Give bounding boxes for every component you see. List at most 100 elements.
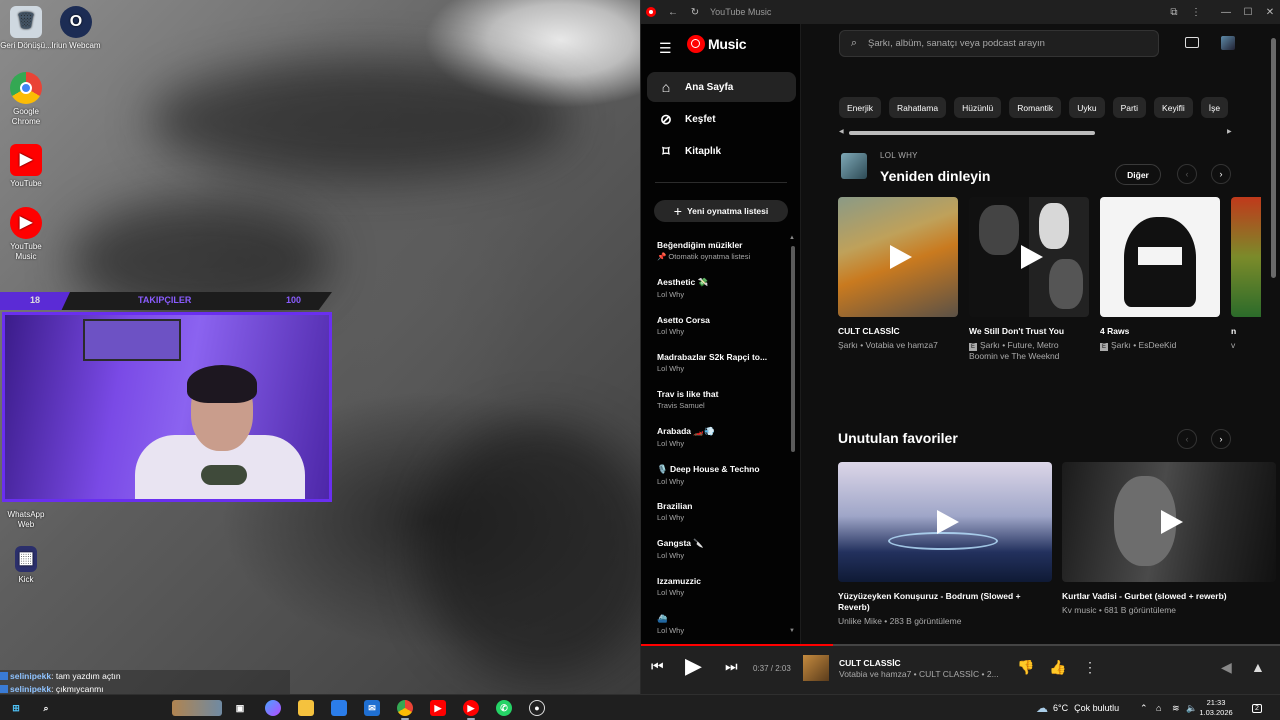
menu-icon[interactable]: ⋮	[1185, 0, 1207, 24]
chip[interactable]: Keyifli	[1154, 97, 1193, 118]
playlist-item[interactable]: 🎙️ Deep House & Techno Lol Why	[657, 464, 785, 501]
search-icon[interactable]: ⌕	[38, 700, 54, 716]
playlist-item[interactable]: Gangsta 🔪 Lol Why	[657, 538, 785, 575]
desktop-icon-iriun-webcam[interactable]: O Iriun Webcam	[50, 6, 102, 51]
listen-again-card[interactable]: n v	[1231, 197, 1261, 351]
desktop-icon-whatsapp[interactable]: WhatsApp Web	[0, 510, 52, 530]
start-icon[interactable]: ⊞	[8, 700, 24, 716]
tray-chevron-icon[interactable]: ⌃	[1140, 695, 1148, 720]
forgotten-card[interactable]: Kurtlar Vadisi - Gurbet (slowed + rewerb…	[1062, 462, 1276, 616]
next-arrow-icon[interactable]: ›	[1211, 429, 1231, 449]
youtube-music-window: ← ↻ YouTube Music ⧉ ⋮ — ☐ ✕ ☰ Music ⌂ An…	[640, 0, 1280, 694]
desktop-icon-youtube[interactable]: ▶ YouTube	[0, 144, 52, 189]
chip[interactable]: İşe	[1200, 97, 1229, 118]
notifications-icon[interactable]: 2	[1252, 695, 1262, 720]
progress-bar[interactable]	[641, 644, 1280, 646]
next-icon[interactable]: ⏭	[725, 658, 738, 675]
previous-icon[interactable]: ⏮	[651, 658, 664, 675]
play-icon[interactable]	[1021, 245, 1043, 269]
chip[interactable]: Romantik	[1009, 97, 1062, 118]
chip[interactable]: Uyku	[1069, 97, 1105, 118]
desktop-icon-kick[interactable]: ▦ Kick	[0, 546, 52, 585]
playlist-item[interactable]: Asetto Corsa Lol Why	[657, 315, 785, 352]
prev-arrow-icon[interactable]: ‹	[1177, 429, 1197, 449]
store-icon[interactable]	[331, 700, 347, 716]
cast-icon[interactable]	[1185, 37, 1199, 48]
search-input[interactable]: ⌕ Şarkı, albüm, sanatçı veya podcast ara…	[839, 30, 1159, 57]
playlist-item[interactable]: Beğendiğim müzikler 📌 Otomatik oynatma li…	[657, 240, 785, 277]
chip[interactable]: Rahatlama	[888, 97, 947, 118]
scroll-left-icon[interactable]: ◀	[839, 128, 844, 135]
wifi-icon[interactable]: ≋	[1172, 695, 1180, 720]
mail-icon[interactable]: ✉	[364, 700, 380, 716]
minimize-button[interactable]: —	[1215, 0, 1237, 24]
next-arrow-icon[interactable]: ›	[1211, 164, 1231, 184]
new-playlist-button[interactable]: + Yeni oynatma listesi	[654, 200, 788, 222]
listen-again-card[interactable]: CULT CLASSİC Şarkı • Votabia ve hamza7	[838, 197, 958, 351]
whatsapp-taskbar-icon[interactable]: ✆	[496, 700, 512, 716]
playlist-item[interactable]: Aesthetic 💸 Lol Why	[657, 277, 785, 314]
chip[interactable]: Enerjik	[839, 97, 881, 118]
play-icon[interactable]	[1161, 510, 1183, 534]
chips-scrollbar[interactable]: ◀ ▶	[839, 129, 1235, 137]
play-icon[interactable]	[890, 245, 912, 269]
chip[interactable]: Hüzünlü	[954, 97, 1002, 118]
youtube-taskbar-icon[interactable]: ▶	[430, 700, 446, 716]
chrome-taskbar-icon[interactable]	[397, 700, 413, 716]
playlist-item[interactable]: Izzamuzzic Lol Why	[657, 576, 785, 613]
back-icon[interactable]: ←	[662, 0, 684, 24]
obs-icon[interactable]: ●	[529, 700, 545, 716]
close-button[interactable]: ✕	[1259, 0, 1280, 24]
volume-icon[interactable]: ◀	[1221, 659, 1232, 676]
sidebar-scrollbar[interactable]	[791, 246, 795, 452]
weather-widget[interactable]: ☁ 6°C Çok bulutlu	[1036, 695, 1119, 720]
like-icon[interactable]: 👍	[1049, 659, 1066, 676]
forgotten-card[interactable]: Yüzyüzeyken Konuşuruz - Bodrum (Slowed +…	[838, 462, 1052, 627]
desktop-icon-youtube-music[interactable]: ▶ YouTube Music	[0, 207, 52, 262]
reload-icon[interactable]: ↻	[684, 0, 706, 24]
prev-arrow-icon[interactable]: ‹	[1177, 164, 1197, 184]
scroll-down-icon[interactable]: ▼	[789, 628, 795, 634]
avatar[interactable]	[1221, 36, 1235, 50]
playlist-item[interactable]: Madrabazlar S2k Rapçi to... Lol Why	[657, 352, 785, 389]
widgets-icon[interactable]	[172, 700, 222, 716]
play-pause-icon[interactable]: ▶	[685, 653, 702, 679]
now-playing-thumbnail[interactable]	[803, 655, 829, 681]
sidebar-item-explore[interactable]: ⊘ Keşfet	[647, 104, 796, 134]
tray-icon[interactable]: ⌂	[1156, 695, 1161, 720]
play-icon[interactable]	[937, 510, 959, 534]
iriun-webcam-icon: O	[60, 6, 92, 38]
followers-goal: 100	[286, 295, 302, 305]
sidebar-item-library[interactable]: ⌑ Kitaplık	[647, 136, 796, 166]
youtube-icon: ▶	[10, 144, 42, 176]
listen-again-card[interactable]: 4 Raws E Şarkı • EsDeeKid	[1100, 197, 1220, 351]
playlist-item[interactable]: Trav is like that Travis Samuel	[657, 389, 785, 426]
more-options-icon[interactable]: ⋮	[1083, 659, 1097, 676]
extensions-icon[interactable]: ⧉	[1163, 0, 1185, 24]
desktop-icon-chrome[interactable]: Google Chrome	[0, 72, 52, 127]
copilot-icon[interactable]	[265, 700, 281, 716]
youtube-music-taskbar-icon[interactable]: ▶	[463, 700, 479, 716]
desktop-icon-recycle-bin[interactable]: 🗑 Geri Dönüşü...	[0, 6, 52, 51]
chip[interactable]: Parti	[1112, 97, 1147, 118]
listen-again-card[interactable]: We Still Don't Trust You E Şarkı • Future…	[969, 197, 1089, 362]
clock[interactable]: 21:33 1.03.2026	[1196, 698, 1236, 718]
scroll-up-icon[interactable]: ▲	[789, 235, 795, 241]
maximize-button[interactable]: ☐	[1237, 0, 1259, 24]
youtube-music-logo[interactable]: Music	[687, 35, 746, 53]
hamburger-icon[interactable]: ☰	[659, 40, 672, 57]
now-playing-subtitle[interactable]: Votabia ve hamza7 • CULT CLASSİC • 2...	[839, 669, 1009, 679]
playlist-item[interactable]: Arabada 🏎️💨 Lol Why	[657, 426, 785, 463]
window-title: YouTube Music	[710, 7, 772, 17]
more-button[interactable]: Diğer	[1115, 164, 1161, 185]
expand-player-icon[interactable]: ▲	[1251, 659, 1265, 675]
dislike-icon[interactable]: 👎	[1017, 659, 1034, 676]
playlist-item[interactable]: Brazilian Lol Why	[657, 501, 785, 538]
file-explorer-icon[interactable]	[298, 700, 314, 716]
scroll-right-icon[interactable]: ▶	[1227, 128, 1232, 135]
main-scrollbar[interactable]	[1271, 38, 1276, 278]
sidebar-item-home[interactable]: ⌂ Ana Sayfa	[647, 72, 796, 102]
taskbar: ⊞ ⌕ ▣ ✉ ▶ ▶ ✆ ● ☁ 6°C Çok bulutlu ⌃ ⌂ ≋ …	[0, 694, 1280, 720]
task-view-icon[interactable]: ▣	[232, 700, 248, 716]
now-playing-title[interactable]: CULT CLASSİC	[839, 658, 901, 668]
